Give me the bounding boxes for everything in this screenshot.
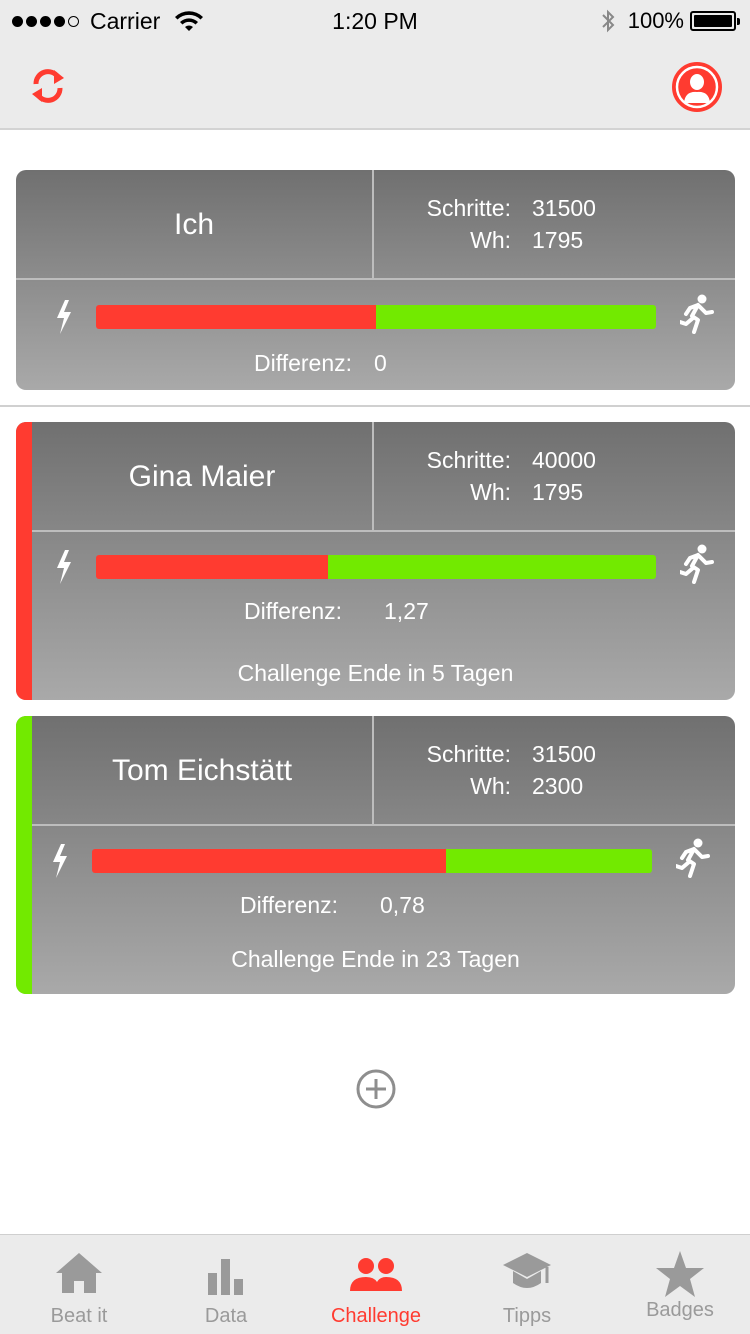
tab-beat-it[interactable]: Beat it [4, 1235, 154, 1334]
bar-steps-segment [327, 555, 656, 579]
add-challenge-button[interactable] [356, 1069, 396, 1109]
wh-value: 2300 [532, 773, 584, 799]
tab-challenge[interactable]: Challenge [301, 1235, 451, 1334]
challenge-card[interactable]: Gina Maier Schritte: 40000 Wh: 1795 Differ… [16, 422, 735, 700]
star-icon [656, 1251, 704, 1297]
wh-value: 1795 [532, 479, 584, 505]
user-icon [675, 65, 719, 109]
bolt-icon [57, 300, 71, 334]
status-stripe [16, 422, 32, 700]
battery-percent: 100% [627, 8, 684, 33]
bar-energy-segment [96, 555, 328, 579]
graduation-cap-icon [503, 1253, 551, 1288]
tab-label: Badges [646, 1299, 714, 1321]
bar-energy-segment [96, 305, 376, 329]
challenge-end-text: Challenge Ende in 23 Tagen [231, 946, 520, 972]
card-name: Tom Eichstätt [32, 716, 374, 826]
nav-bar [0, 40, 750, 130]
difference-label: Differenz: [244, 598, 343, 624]
bar-steps-segment [445, 849, 652, 873]
card-name: Gina Maier [32, 422, 374, 532]
card-stats: Schritte: 31500 Wh: 2300 [376, 738, 735, 802]
difference-label: Differenz: [254, 350, 353, 376]
home-icon [56, 1253, 102, 1293]
progress-bar [92, 849, 652, 873]
card-header: Ich Schritte: 31500 Wh: 1795 [16, 170, 735, 280]
status-right: 100% [600, 8, 740, 34]
difference-row: Differenz: 0 [254, 350, 387, 377]
tab-badges[interactable]: Badges [605, 1235, 750, 1334]
group-icon [350, 1258, 402, 1291]
tab-bar: Beat it Data Challenge Tipps Badges [0, 1234, 750, 1334]
wh-label: Wh: [470, 773, 511, 799]
card-stats: Schritte: 40000 Wh: 1795 [376, 444, 735, 508]
my-stats-card: Ich Schritte: 31500 Wh: 1795 Differenz: 0 [16, 170, 735, 390]
progress-bar [96, 305, 656, 329]
tab-data[interactable]: Data [151, 1235, 301, 1334]
bar-steps-segment [376, 305, 656, 329]
steps-label: Schritte: [426, 447, 511, 473]
bluetooth-icon [602, 9, 615, 33]
steps-label: Schritte: [426, 741, 511, 767]
tab-tipps[interactable]: Tipps [452, 1235, 602, 1334]
difference-value: 1,27 [384, 598, 429, 624]
bolt-icon [57, 550, 71, 584]
bar-chart-icon [208, 1259, 243, 1295]
card-stats: Schritte: 31500 Wh: 1795 [376, 192, 735, 256]
runner-icon [680, 294, 714, 334]
challenge-end-text: Challenge Ende in 5 Tagen [237, 660, 514, 686]
progress-bar [96, 555, 656, 579]
wh-label: Wh: [470, 227, 511, 253]
battery-icon [690, 11, 740, 31]
difference-row: Differenz: 0,78 [240, 892, 425, 919]
profile-button[interactable] [672, 62, 722, 112]
status-bar: Carrier 1:20 PM 100% [0, 0, 750, 40]
section-divider [0, 405, 750, 407]
refresh-icon[interactable] [28, 64, 68, 108]
steps-value: 31500 [532, 195, 596, 221]
tab-label: Challenge [330, 1305, 422, 1327]
tab-label: Data [204, 1305, 248, 1327]
bolt-icon [53, 844, 67, 878]
steps-value: 31500 [532, 741, 596, 767]
runner-icon [680, 544, 714, 584]
wh-label: Wh: [470, 479, 511, 505]
tab-label: Tipps [502, 1305, 552, 1327]
tab-label: Beat it [50, 1305, 108, 1327]
steps-value: 40000 [532, 447, 596, 473]
wh-value: 1795 [532, 227, 584, 253]
bar-energy-segment [92, 849, 446, 873]
card-header: Tom Eichstätt Schritte: 31500 Wh: 2300 [32, 716, 735, 826]
difference-value: 0 [374, 350, 387, 376]
difference-label: Differenz: [240, 892, 339, 918]
steps-label: Schritte: [426, 195, 511, 221]
difference-value: 0,78 [380, 892, 425, 918]
runner-icon [676, 838, 710, 878]
card-header: Gina Maier Schritte: 40000 Wh: 1795 [32, 422, 735, 532]
card-name: Ich [16, 170, 374, 280]
difference-row: Differenz: 1,27 [244, 598, 429, 625]
challenge-card[interactable]: Tom Eichstätt Schritte: 31500 Wh: 2300 Dif… [16, 716, 735, 994]
